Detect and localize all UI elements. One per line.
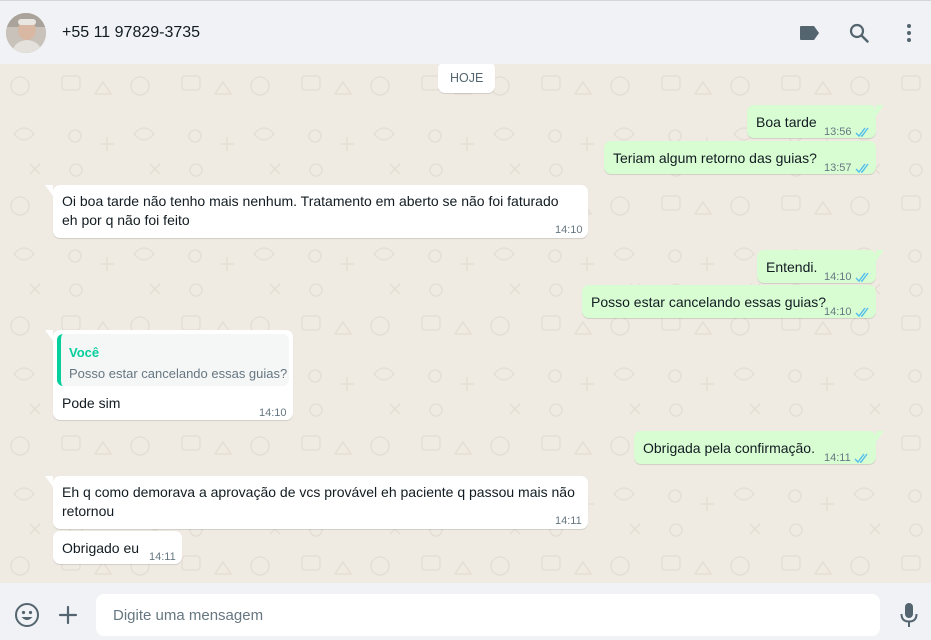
- message-text-line: eh por q não foi feito: [62, 212, 190, 228]
- compose-bar: [0, 583, 931, 640]
- message-time: 14:10: [259, 407, 287, 419]
- message-incoming[interactable]: Eh q como demorava a aprovação de vcs pr…: [45, 476, 588, 529]
- message-text: Posso estar cancelando essas guias?: [591, 294, 827, 310]
- message-text: Boa tarde: [756, 114, 817, 130]
- read-ticks-icon: [855, 307, 869, 318]
- message-meta: 14:10: [824, 303, 871, 322]
- message-incoming-reply[interactable]: Você Posso estar cancelando essas guias?…: [45, 330, 293, 420]
- quoted-message[interactable]: Você Posso estar cancelando essas guias?: [57, 334, 289, 386]
- message-input-box[interactable]: [96, 594, 880, 636]
- microphone-icon[interactable]: [896, 602, 922, 628]
- read-ticks-icon: [855, 127, 869, 138]
- message-time: 13:57: [824, 162, 852, 174]
- date-divider: HOJE: [438, 64, 496, 93]
- attach-plus-icon[interactable]: [55, 602, 81, 628]
- read-ticks-icon: [855, 163, 869, 174]
- menu-icon[interactable]: [897, 21, 921, 45]
- contact-name[interactable]: +55 11 97829-3735: [62, 24, 200, 42]
- message-text: Entendi.: [766, 259, 818, 275]
- label-icon[interactable]: [798, 21, 822, 45]
- message-incoming[interactable]: Obrigado eu 14:11: [53, 531, 182, 564]
- message-outgoing[interactable]: Posso estar cancelando essas guias? 14:1…: [582, 285, 876, 318]
- message-outgoing[interactable]: Teriam algum retorno das guias? 13:57: [604, 141, 876, 174]
- message-time: 14:10: [555, 224, 583, 236]
- message-outgoing[interactable]: Obrigada pela confirmação. 14:11: [634, 431, 884, 464]
- message-text: Teriam algum retorno das guias?: [613, 150, 817, 166]
- message-text-line: Oi boa tarde não tenho mais nenhum. Trat…: [62, 193, 559, 209]
- chat-panel[interactable]: HOJE Boa tarde 13:56 Teriam algum retorn…: [0, 64, 931, 583]
- message-text: Pode sim: [62, 395, 121, 411]
- chat-header: +55 11 97829-3735: [0, 0, 931, 64]
- message-time: 13:56: [824, 126, 852, 138]
- quoted-text: Posso estar cancelando essas guias?: [69, 366, 288, 381]
- message-incoming[interactable]: Oi boa tarde não tenho mais nenhum. Trat…: [45, 185, 588, 238]
- message-outgoing[interactable]: Boa tarde 13:56: [747, 105, 884, 138]
- avatar[interactable]: [6, 13, 46, 53]
- message-time: 14:11: [824, 452, 851, 464]
- read-ticks-icon: [855, 272, 869, 283]
- search-icon[interactable]: [847, 21, 871, 45]
- emoji-icon[interactable]: [14, 602, 40, 628]
- message-meta: 13:57: [824, 159, 871, 178]
- message-text: Obrigada pela confirmação.: [643, 440, 815, 456]
- message-text-line: Eh q como demorava a aprovação de vcs pr…: [62, 484, 575, 500]
- message-meta: 14:11: [824, 449, 870, 468]
- message-time: 14:10: [824, 306, 852, 318]
- message-time: 14:11: [555, 515, 582, 527]
- message-meta: 13:56: [824, 123, 871, 142]
- message-input[interactable]: [96, 594, 880, 636]
- quoted-author: Você: [69, 345, 100, 360]
- message-text: Obrigado eu: [62, 540, 140, 556]
- message-text-line: retornou: [62, 503, 115, 519]
- message-outgoing[interactable]: Entendi. 14:10: [757, 250, 884, 283]
- message-time: 14:11: [149, 551, 176, 563]
- read-ticks-icon: [854, 453, 868, 464]
